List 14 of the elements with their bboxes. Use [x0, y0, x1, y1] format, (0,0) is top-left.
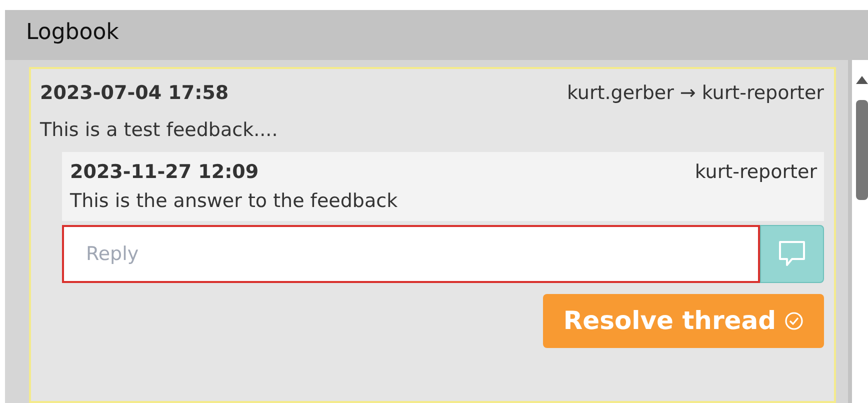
scroll-up-icon[interactable]	[856, 76, 868, 84]
entry-author: kurt.gerber → kurt-reporter	[567, 81, 824, 106]
reply-message: This is the answer to the feedback	[70, 188, 399, 214]
reply-field[interactable]: Reply	[62, 225, 760, 283]
entry-date: 2023-07-04 17:58	[40, 81, 229, 106]
check-circle-icon	[784, 310, 804, 331]
panel-title: Logbook	[25, 19, 120, 47]
resolve-thread-button[interactable]: Resolve thread	[543, 294, 824, 348]
entry-message: This is a test feedback....	[40, 118, 279, 142]
reply-author: kurt-reporter	[694, 160, 817, 185]
reply-date: 2023-11-27 12:09	[70, 160, 259, 185]
scrollbar[interactable]	[852, 60, 868, 403]
scroll-thumb[interactable]	[856, 100, 868, 200]
speech-bubble-icon	[777, 240, 807, 268]
